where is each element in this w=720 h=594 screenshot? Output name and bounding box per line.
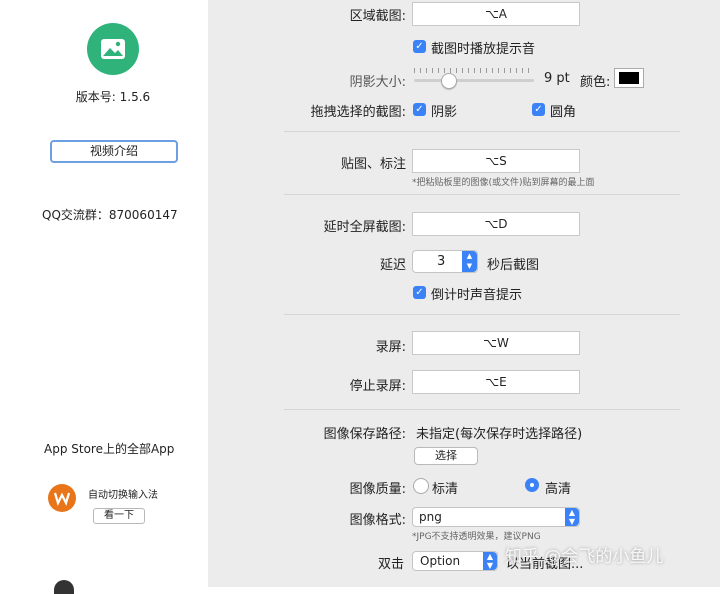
separator — [284, 194, 680, 195]
appstore-title: App Store上的全部App — [44, 442, 175, 456]
color-swatch — [619, 72, 639, 84]
shadow-checkbox[interactable]: ✓ — [413, 103, 426, 116]
color-label: 颜色: — [580, 75, 611, 90]
quality-label: 图像质量: — [349, 482, 406, 497]
app-icon — [87, 23, 139, 75]
slider-ticks — [414, 68, 534, 73]
image-icon — [101, 39, 125, 59]
delayed-fullscreen-hotkey[interactable]: ⌥D — [412, 212, 580, 236]
format-note: *JPG不支持透明效果，建议PNG — [412, 532, 541, 542]
chevron-updown-icon: ▲ ▼ — [483, 552, 497, 570]
paste-annotate-hotkey[interactable]: ⌥S — [412, 149, 580, 173]
delay-label: 延迟 — [379, 258, 406, 273]
separator — [284, 131, 680, 132]
shadow-checkbox-label: 阴影 — [431, 105, 458, 120]
version-label: 版本号: 1.5.6 — [75, 90, 151, 104]
shadow-color-well[interactable] — [614, 68, 644, 88]
format-select[interactable]: png ▲ ▼ — [412, 507, 580, 527]
region-capture-label: 区域截图: — [349, 9, 406, 24]
shadow-size-value: 9 pt — [544, 71, 570, 86]
separator — [284, 314, 680, 315]
stop-record-hotkey[interactable]: ⌥E — [412, 370, 580, 394]
rounded-checkbox-label: 圆角 — [550, 105, 577, 120]
region-capture-hotkey[interactable]: ⌥A — [412, 2, 580, 26]
shadow-size-slider[interactable] — [414, 68, 534, 89]
qq-group-label: QQ交流群：870060147 — [42, 208, 178, 222]
stop-record-label: 停止录屏: — [349, 379, 406, 394]
delay-stepper[interactable]: 3 ▲ ▼ — [412, 250, 478, 273]
modifier-value: Option — [420, 554, 461, 568]
rounded-checkbox[interactable]: ✓ — [532, 103, 545, 116]
choose-path-button[interactable]: 选择 — [414, 447, 478, 465]
double-click-modifier-select[interactable]: Option ▲ ▼ — [412, 551, 498, 571]
format-value: png — [419, 510, 442, 524]
drag-capture-label: 拖拽选择的截图: — [310, 105, 406, 120]
play-sound-label: 截图时播放提示音 — [431, 42, 536, 57]
record-label: 录屏: — [375, 340, 406, 355]
play-sound-checkbox[interactable]: ✓ — [413, 40, 426, 53]
video-intro-button[interactable]: 视频介绍 — [50, 140, 178, 163]
save-path-value: 未指定(每次保存时选择路径) — [416, 427, 583, 442]
paste-note: *把粘贴板里的图像(或文件)贴到屏幕的最上面 — [412, 178, 595, 188]
partial-app-icon — [54, 580, 74, 594]
shadow-size-label: 阴影大小: — [349, 75, 406, 90]
countdown-sound-label: 倒计时声音提示 — [431, 288, 523, 303]
save-path-label: 图像保存路径: — [323, 427, 406, 442]
paste-annotate-label: 贴图、标注 — [340, 157, 406, 172]
quality-high-radio[interactable] — [525, 478, 539, 492]
other-app-icon[interactable] — [48, 484, 76, 512]
countdown-sound-checkbox[interactable]: ✓ — [413, 286, 426, 299]
watermark: 知乎 @会飞的小鱼儿 — [505, 547, 664, 567]
delay-suffix: 秒后截图 — [487, 258, 540, 273]
separator — [284, 409, 680, 410]
format-label: 图像格式: — [349, 513, 406, 528]
delay-value: 3 — [437, 254, 446, 269]
record-hotkey[interactable]: ⌥W — [412, 331, 580, 355]
slider-track — [414, 79, 534, 82]
quality-standard-label: 标清 — [432, 482, 459, 497]
double-click-label: 双击 — [377, 557, 404, 572]
chevron-updown-icon: ▲ ▼ — [565, 508, 579, 526]
stepper-arrows[interactable]: ▲ ▼ — [462, 251, 477, 272]
slider-thumb[interactable] — [440, 73, 457, 89]
view-app-button[interactable]: 看一下 — [93, 508, 145, 524]
other-app-name: 自动切换输入法 — [88, 490, 158, 501]
quality-standard-radio[interactable] — [413, 478, 429, 494]
sidebar: 版本号: 1.5.6 视频介绍 QQ交流群：870060147 App Stor… — [0, 0, 208, 594]
input-method-icon — [53, 492, 71, 506]
quality-high-label: 高清 — [545, 482, 572, 497]
delayed-fullscreen-label: 延时全屏截图: — [323, 220, 406, 235]
